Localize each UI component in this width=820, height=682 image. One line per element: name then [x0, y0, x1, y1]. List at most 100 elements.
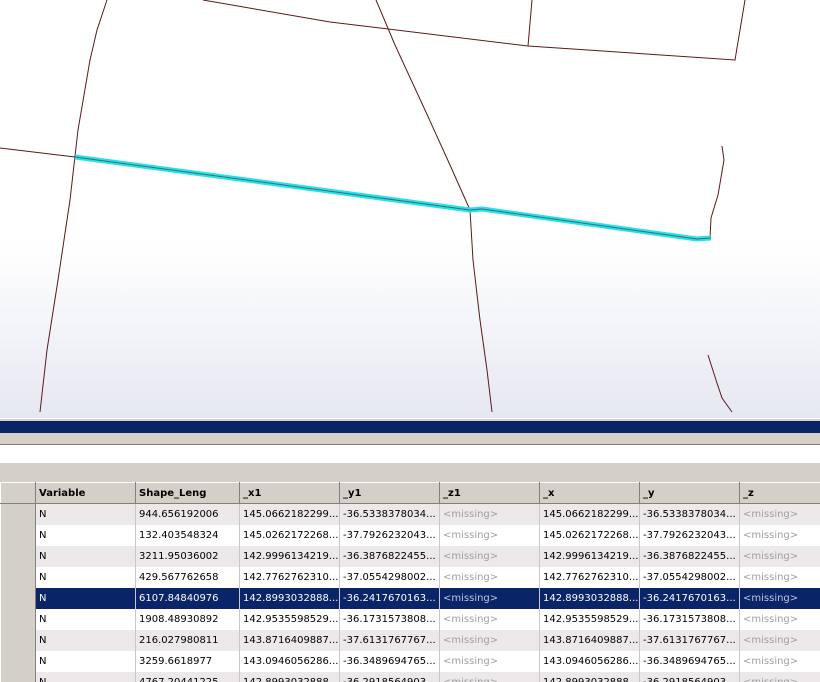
cell-z1[interactable]: <missing>: [439, 671, 540, 682]
cell-row-selector[interactable]: [0, 503, 36, 525]
cell-y1[interactable]: -36.2918564903...: [339, 671, 440, 682]
cell-z[interactable]: <missing>: [739, 608, 820, 630]
column-header-y1[interactable]: _y1: [339, 482, 440, 504]
attribute-window-title-bar[interactable]: [0, 421, 820, 433]
column-header-x1[interactable]: _x1: [239, 482, 340, 504]
cell-row-selector[interactable]: [0, 566, 36, 588]
road-line[interactable]: [527, 0, 533, 47]
cell-variable[interactable]: N: [35, 524, 136, 546]
cell-shape-leng[interactable]: 3211.95036002: [135, 545, 240, 567]
map-canvas[interactable]: [0, 0, 820, 418]
cell-z[interactable]: <missing>: [739, 566, 820, 588]
cell-y[interactable]: -37.6131767767...: [639, 629, 740, 651]
table-row[interactable]: N 3211.95036002 142.9996134219... -36.38768…: [0, 545, 820, 567]
cell-z1[interactable]: <missing>: [439, 503, 540, 525]
column-header-variable[interactable]: Variable: [35, 482, 136, 504]
table-row[interactable]: N 944.656192006 145.0662182299... -36.53383…: [0, 503, 820, 525]
cell-row-selector[interactable]: [0, 650, 36, 672]
cell-shape-leng[interactable]: 944.656192006: [135, 503, 240, 525]
cell-z[interactable]: <missing>: [739, 671, 820, 682]
cell-y[interactable]: -36.3876822455...: [639, 545, 740, 567]
cell-row-selector[interactable]: [0, 608, 36, 630]
cell-row-selector[interactable]: [0, 587, 36, 609]
cell-y1[interactable]: -37.6131767767...: [339, 629, 440, 651]
table-row[interactable]: N 4767.20441225 142.8993032888... -36.29185…: [0, 671, 820, 682]
cell-x1[interactable]: 142.9535598529...: [239, 608, 340, 630]
cell-z1[interactable]: <missing>: [439, 587, 540, 609]
cell-y1[interactable]: -36.5338378034...: [339, 503, 440, 525]
cell-z[interactable]: <missing>: [739, 545, 820, 567]
cell-shape-leng[interactable]: 429.567762658: [135, 566, 240, 588]
cell-row-selector[interactable]: [0, 629, 36, 651]
cell-x[interactable]: 142.8993032888...: [539, 587, 640, 609]
cell-shape-leng[interactable]: 6107.84840976: [135, 587, 240, 609]
cell-variable[interactable]: N: [35, 566, 136, 588]
cell-z1[interactable]: <missing>: [439, 545, 540, 567]
cell-z[interactable]: <missing>: [739, 629, 820, 651]
cell-variable[interactable]: N: [35, 629, 136, 651]
road-line[interactable]: [709, 145, 725, 239]
road-line[interactable]: [39, 0, 108, 413]
road-line[interactable]: [202, 0, 746, 61]
cell-y[interactable]: -36.2417670163...: [639, 587, 740, 609]
cell-x[interactable]: 143.8716409887...: [539, 629, 640, 651]
cell-z1[interactable]: <missing>: [439, 608, 540, 630]
cell-y1[interactable]: -37.0554298002...: [339, 566, 440, 588]
cell-x1[interactable]: 142.9996134219...: [239, 545, 340, 567]
column-header-z[interactable]: _z: [739, 482, 820, 504]
cell-y[interactable]: -37.7926232043...: [639, 524, 740, 546]
cell-y[interactable]: -36.5338378034...: [639, 503, 740, 525]
cell-x[interactable]: 145.0262172268...: [539, 524, 640, 546]
cell-shape-leng[interactable]: 1908.48930892: [135, 608, 240, 630]
road-line[interactable]: [375, 0, 471, 211]
cell-variable[interactable]: N: [35, 608, 136, 630]
cell-variable[interactable]: N: [35, 650, 136, 672]
cell-x1[interactable]: 143.8716409887...: [239, 629, 340, 651]
cell-z1[interactable]: <missing>: [439, 524, 540, 546]
column-header-x[interactable]: _x: [539, 482, 640, 504]
cell-z[interactable]: <missing>: [739, 650, 820, 672]
table-row[interactable]: N 3259.6618977 143.0946056286... -36.348969…: [0, 650, 820, 672]
cell-y1[interactable]: -36.1731573808...: [339, 608, 440, 630]
table-row[interactable]: N 216.027980811 143.8716409887... -37.61317…: [0, 629, 820, 651]
attribute-table[interactable]: Variable Shape_Leng _x1 _y1 _z1 _x _y _z…: [0, 482, 820, 682]
cell-row-selector[interactable]: [0, 671, 36, 682]
column-header-z1[interactable]: _z1: [439, 482, 540, 504]
table-row[interactable]: N 132.403548324 145.0262172268... -37.79262…: [0, 524, 820, 546]
cell-x1[interactable]: 142.7762762310...: [239, 566, 340, 588]
cell-variable[interactable]: N: [35, 503, 136, 525]
cell-row-selector[interactable]: [0, 524, 36, 546]
cell-x1[interactable]: 145.0262172268...: [239, 524, 340, 546]
cell-row-selector[interactable]: [0, 545, 36, 567]
cell-x1[interactable]: 145.0662182299...: [239, 503, 340, 525]
cell-z[interactable]: <missing>: [739, 503, 820, 525]
cell-x1[interactable]: 143.0946056286...: [239, 650, 340, 672]
cell-x[interactable]: 142.9535598529...: [539, 608, 640, 630]
cell-x[interactable]: 142.9996134219...: [539, 545, 640, 567]
table-row[interactable]: N 6107.84840976 142.8993032888... -36.24176…: [0, 587, 820, 609]
cell-variable[interactable]: N: [35, 545, 136, 567]
road-line[interactable]: [469, 209, 493, 413]
column-header-selector[interactable]: [0, 482, 36, 504]
cell-y[interactable]: -36.1731573808...: [639, 608, 740, 630]
cell-y[interactable]: -36.3489694765...: [639, 650, 740, 672]
cell-shape-leng[interactable]: 216.027980811: [135, 629, 240, 651]
cell-x[interactable]: 145.0662182299...: [539, 503, 640, 525]
cell-shape-leng[interactable]: 4767.20441225: [135, 671, 240, 682]
cell-x1[interactable]: 142.8993032888...: [239, 587, 340, 609]
cell-z1[interactable]: <missing>: [439, 566, 540, 588]
cell-variable[interactable]: N: [35, 671, 136, 682]
cell-shape-leng[interactable]: 132.403548324: [135, 524, 240, 546]
cell-y[interactable]: -37.0554298002...: [639, 566, 740, 588]
cell-x[interactable]: 142.8993032888...: [539, 671, 640, 682]
cell-x[interactable]: 143.0946056286...: [539, 650, 640, 672]
cell-x1[interactable]: 142.8993032888...: [239, 671, 340, 682]
cell-z[interactable]: <missing>: [739, 587, 820, 609]
cell-y1[interactable]: -36.3489694765...: [339, 650, 440, 672]
map-view[interactable]: [0, 0, 820, 418]
cell-shape-leng[interactable]: 3259.6618977: [135, 650, 240, 672]
cell-z[interactable]: <missing>: [739, 524, 820, 546]
column-header-shape-leng[interactable]: Shape_Leng: [135, 482, 240, 504]
cell-x[interactable]: 142.7762762310...: [539, 566, 640, 588]
road-line[interactable]: [707, 354, 733, 413]
